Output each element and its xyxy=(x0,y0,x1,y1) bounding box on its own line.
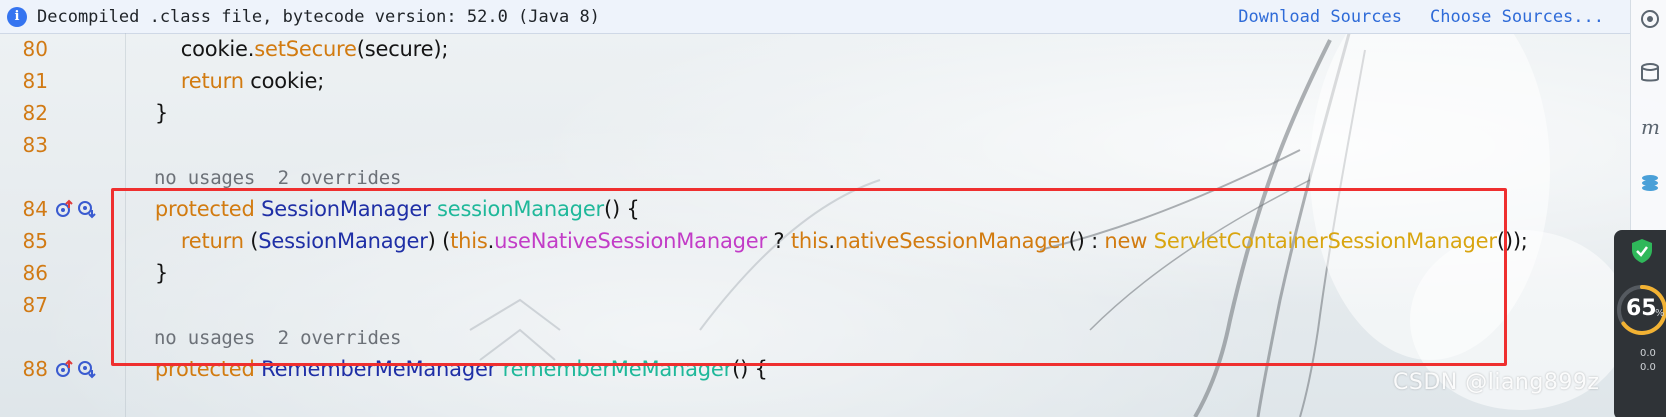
code-token: ServletContainerSessionManager xyxy=(1153,229,1497,253)
line-number: 83 xyxy=(22,133,48,157)
code-line[interactable]: 86 } xyxy=(0,257,1630,289)
code-token: new xyxy=(1104,229,1148,253)
code-token: useNativeSessionManager xyxy=(494,229,767,253)
line-number: 88 xyxy=(22,357,48,381)
line-number: 86 xyxy=(22,261,48,285)
code-line[interactable]: 85 return (SessionManager) (this.useNati… xyxy=(0,225,1630,257)
banner-message: Decompiled .class file, bytecode version… xyxy=(37,6,600,27)
inlay-hint-row[interactable]: no usages 2 overrides xyxy=(0,321,1630,353)
code-token: SessionManager xyxy=(261,197,431,221)
network-up-value: 0.0 xyxy=(1640,348,1656,359)
code-line[interactable]: 84 protected SessionManager sessionManag… xyxy=(0,193,1630,225)
code-token: } xyxy=(129,101,169,125)
usages-hint[interactable]: no usages 2 overrides xyxy=(154,327,401,349)
code-token: } xyxy=(129,261,169,285)
code-token: protected xyxy=(154,357,255,381)
svg-text:m: m xyxy=(1641,116,1660,138)
line-number: 84 xyxy=(22,197,48,221)
code-token: this xyxy=(790,229,829,253)
notifications-icon[interactable] xyxy=(1639,8,1661,30)
usages-hint[interactable]: no usages 2 overrides xyxy=(154,167,401,189)
code-token: ? xyxy=(766,229,791,253)
line-number: 82 xyxy=(22,101,48,125)
code-token: (secure); xyxy=(356,37,449,61)
code-token: sessionManager xyxy=(436,197,604,221)
choose-sources-link[interactable]: Choose Sources... xyxy=(1430,7,1604,27)
network-down-value: 0.0 xyxy=(1640,362,1656,373)
overrides-method-icon[interactable] xyxy=(54,359,74,379)
line-number: 85 xyxy=(22,229,48,253)
ide-window: i Decompiled .class file, bytecode versi… xyxy=(0,0,1666,417)
code-token: this xyxy=(450,229,488,253)
code-token: ()); xyxy=(1496,229,1528,253)
code-token: ( xyxy=(243,229,259,253)
code-token: ) ( xyxy=(427,229,451,253)
line-number: 80 xyxy=(22,37,48,61)
overrides-method-icon[interactable] xyxy=(54,199,74,219)
database-stack-icon[interactable] xyxy=(1639,172,1661,194)
overridden-method-icon[interactable] xyxy=(76,359,96,379)
code-line[interactable]: 83 xyxy=(0,129,1630,161)
code-token: () { xyxy=(732,357,768,381)
code-token: SessionManager xyxy=(258,229,428,253)
line-number: 87 xyxy=(22,293,48,317)
code-token: RememberMeManager xyxy=(261,357,497,381)
overridden-method-icon[interactable] xyxy=(76,199,96,219)
cpu-usage-unit: % xyxy=(1655,308,1665,319)
info-icon: i xyxy=(7,6,27,27)
code-line[interactable]: 82 } xyxy=(0,97,1630,129)
code-token: return xyxy=(180,229,244,253)
code-token: () { xyxy=(603,197,640,221)
csdn-watermark: CSDN @liang899z xyxy=(1393,370,1600,395)
code-line[interactable]: 80 cookie.setSecure(secure); xyxy=(0,33,1630,65)
code-token: protected xyxy=(154,197,255,221)
code-token: cookie; xyxy=(243,69,325,93)
code-token: cookie. xyxy=(129,37,255,61)
cpu-usage-value: 65 xyxy=(1626,296,1657,321)
shield-check-icon xyxy=(1630,238,1654,264)
code-token: setSecure xyxy=(254,37,357,61)
code-line[interactable]: 81 return cookie; xyxy=(0,65,1630,97)
code-line[interactable]: 87 xyxy=(0,289,1630,321)
line-number: 81 xyxy=(22,69,48,93)
code-token: rememberMeManager xyxy=(502,357,733,381)
decompiled-info-banner: i Decompiled .class file, bytecode versi… xyxy=(0,0,1630,34)
code-token: nativeSessionManager xyxy=(834,229,1069,253)
code-token: return xyxy=(180,69,244,93)
code-token: () : xyxy=(1068,229,1105,253)
code-line[interactable]: 88 protected RememberMeManager rememberM… xyxy=(0,353,1630,385)
database-icon[interactable] xyxy=(1639,62,1661,84)
gutter-icons xyxy=(48,359,129,379)
download-sources-link[interactable]: Download Sources xyxy=(1238,7,1402,27)
inlay-hint-row[interactable]: no usages 2 overrides xyxy=(0,161,1630,193)
gutter-icons xyxy=(48,199,129,219)
code-editor[interactable]: 80 cookie.setSecure(secure); 81 return co… xyxy=(0,33,1630,417)
maven-icon[interactable]: m xyxy=(1639,115,1661,139)
